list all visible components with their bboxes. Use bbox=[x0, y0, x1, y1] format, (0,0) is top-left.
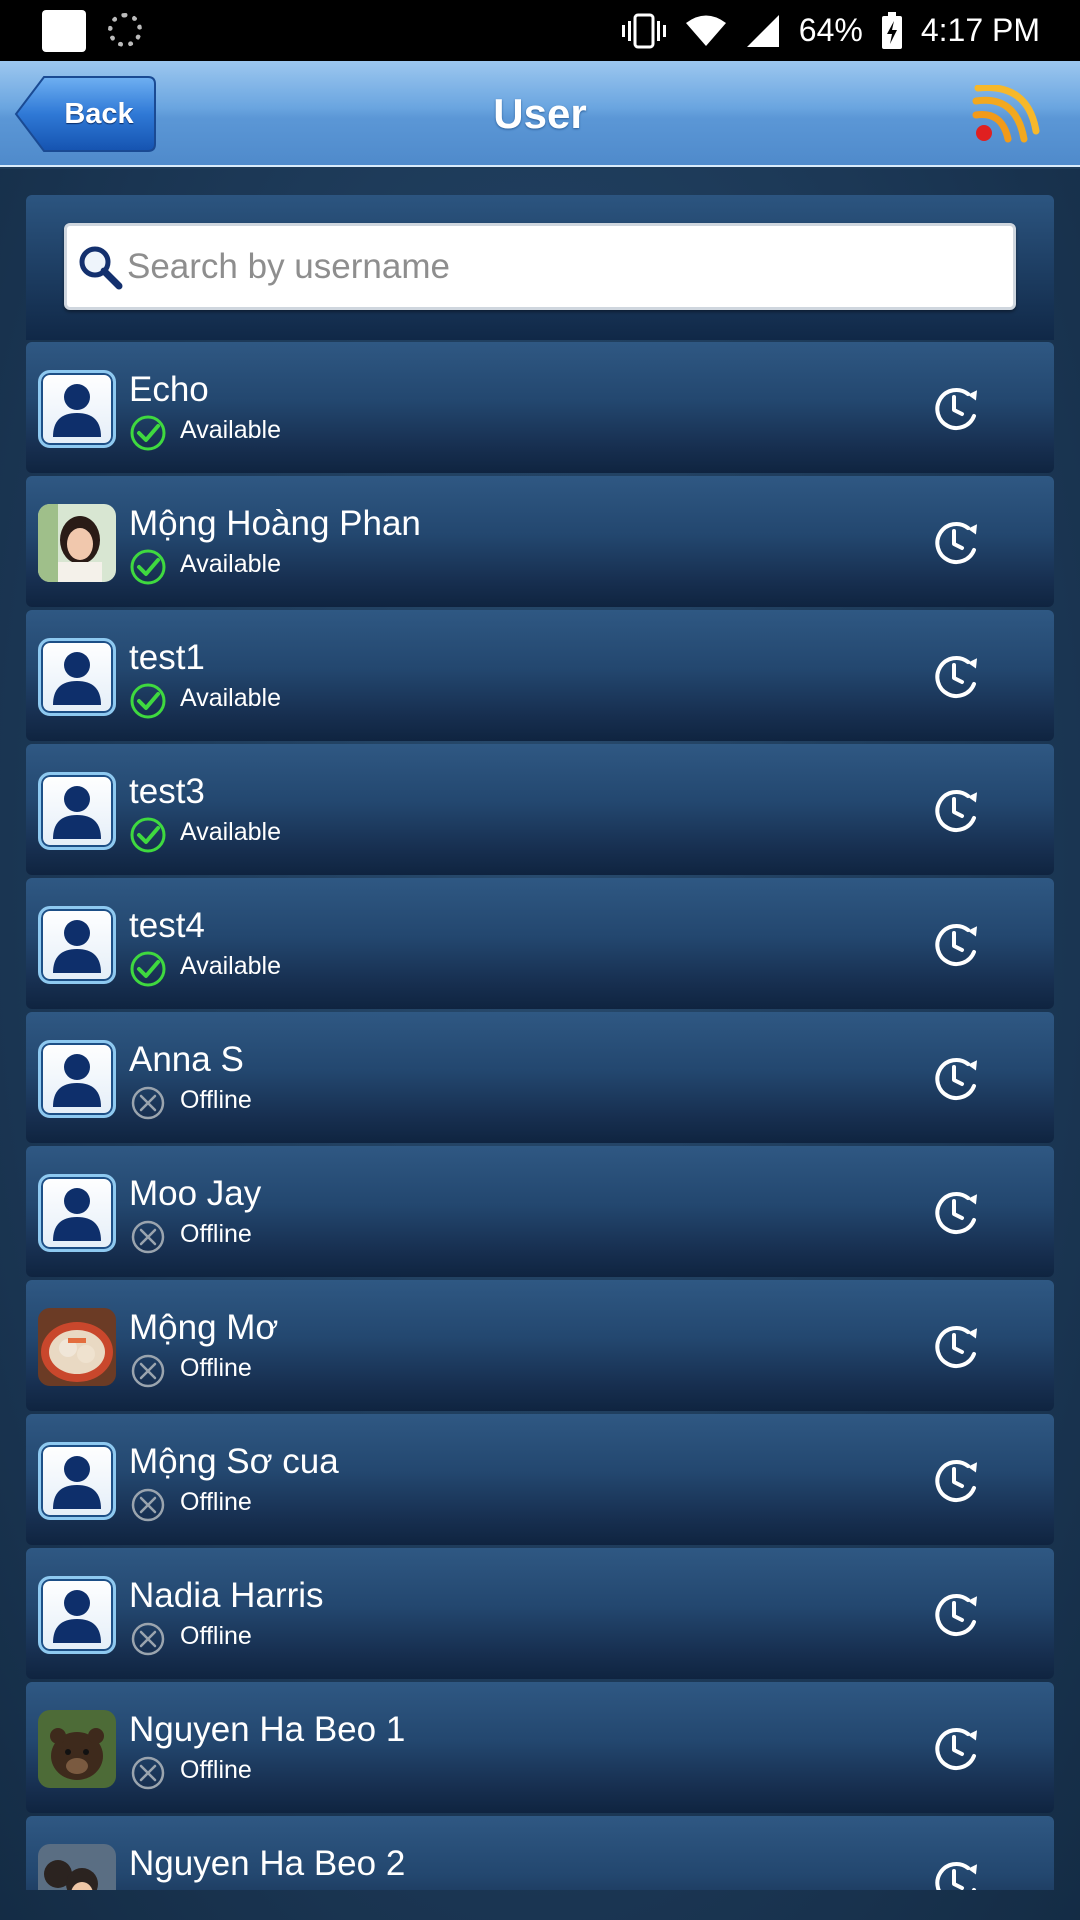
user-status: Offline bbox=[180, 1220, 252, 1248]
avatar bbox=[38, 1308, 116, 1386]
default-avatar-icon bbox=[38, 1442, 116, 1520]
offline-x-icon bbox=[129, 1888, 167, 1890]
user-name: Nguyen Ha Beo 1 bbox=[129, 1710, 406, 1749]
history-icon[interactable] bbox=[932, 654, 984, 700]
avatar bbox=[38, 1844, 116, 1890]
user-status: Offline bbox=[180, 1086, 252, 1114]
battery-percent: 64% bbox=[798, 12, 863, 48]
user-list-item[interactable]: test1 Available bbox=[26, 610, 1054, 741]
history-icon[interactable] bbox=[932, 520, 984, 566]
history-icon[interactable] bbox=[932, 1458, 984, 1504]
app-header: Back User bbox=[0, 61, 1080, 167]
offline-x-icon bbox=[129, 1218, 167, 1261]
user-status: Available bbox=[180, 818, 282, 846]
user-name: test1 bbox=[129, 638, 205, 677]
user-name: Mộng Mơ bbox=[129, 1308, 279, 1347]
search-box[interactable] bbox=[64, 223, 1016, 310]
page-title: User bbox=[493, 90, 587, 137]
rss-feed-icon[interactable] bbox=[970, 85, 1040, 145]
user-status: Offline bbox=[180, 1622, 252, 1650]
default-avatar-icon bbox=[38, 906, 116, 984]
user-status: Offline bbox=[180, 1756, 252, 1784]
signal-icon bbox=[745, 13, 781, 49]
user-list-item[interactable]: Echo Available bbox=[26, 342, 1054, 473]
default-avatar-icon bbox=[38, 772, 116, 850]
history-icon[interactable] bbox=[932, 1324, 984, 1370]
available-check-icon bbox=[129, 548, 167, 591]
avatar bbox=[38, 1710, 116, 1788]
history-icon[interactable] bbox=[932, 1056, 984, 1102]
vibrate-icon bbox=[621, 11, 667, 51]
search-icon bbox=[79, 246, 123, 290]
wifi-icon bbox=[685, 14, 727, 48]
notification-app-icon bbox=[42, 10, 86, 52]
user-status: Available bbox=[180, 952, 282, 980]
history-icon[interactable] bbox=[932, 788, 984, 834]
user-list-item[interactable]: test4 Available bbox=[26, 878, 1054, 1009]
user-list-item[interactable]: Mộng Sơ cua Offline bbox=[26, 1414, 1054, 1545]
available-check-icon bbox=[129, 414, 167, 457]
default-avatar-icon bbox=[38, 370, 116, 448]
back-button[interactable]: Back bbox=[14, 75, 157, 153]
user-status: Available bbox=[180, 550, 282, 578]
user-list-item[interactable]: test3 Available bbox=[26, 744, 1054, 875]
offline-x-icon bbox=[129, 1620, 167, 1663]
history-icon[interactable] bbox=[932, 1726, 984, 1772]
avatar bbox=[38, 504, 116, 582]
user-name: Nadia Harris bbox=[129, 1576, 324, 1615]
battery-charging-icon bbox=[881, 11, 903, 50]
user-list-item[interactable]: Anna S Offline bbox=[26, 1012, 1054, 1143]
history-icon[interactable] bbox=[932, 1592, 984, 1638]
history-icon[interactable] bbox=[932, 1860, 984, 1890]
user-status: Available bbox=[180, 416, 282, 444]
offline-x-icon bbox=[129, 1352, 167, 1395]
default-avatar-icon bbox=[38, 1174, 116, 1252]
user-status: Offline bbox=[180, 1488, 252, 1516]
available-check-icon bbox=[129, 682, 167, 725]
user-name: Mộng Hoàng Phan bbox=[129, 504, 421, 543]
available-check-icon bbox=[129, 816, 167, 859]
offline-x-icon bbox=[129, 1754, 167, 1797]
user-list-item[interactable]: Moo Jay Offline bbox=[26, 1146, 1054, 1277]
notification-sync-icon bbox=[108, 13, 142, 47]
offline-x-icon bbox=[129, 1084, 167, 1127]
user-list: Echo Available Mộng Hoàng Phan Available tes… bbox=[26, 342, 1054, 1890]
user-list-item[interactable]: Nguyen Ha Beo 2Offline bbox=[26, 1816, 1054, 1890]
history-icon[interactable] bbox=[932, 386, 984, 432]
back-button-label: Back bbox=[64, 98, 134, 130]
status-bar: 64% 4:17 PM bbox=[0, 0, 1080, 61]
user-name: Echo bbox=[129, 370, 209, 409]
history-icon[interactable] bbox=[932, 922, 984, 968]
history-icon[interactable] bbox=[932, 1190, 984, 1236]
user-name: test4 bbox=[129, 906, 205, 945]
user-name: test3 bbox=[129, 772, 205, 811]
user-status: Offline bbox=[180, 1354, 252, 1382]
default-avatar-icon bbox=[38, 1040, 116, 1118]
user-list-item[interactable]: Nguyen Ha Beo 1 Offline bbox=[26, 1682, 1054, 1813]
search-panel bbox=[26, 195, 1054, 340]
user-list-item[interactable]: Mộng Mơ Offline bbox=[26, 1280, 1054, 1411]
user-list-item[interactable]: Nadia Harris Offline bbox=[26, 1548, 1054, 1679]
user-list-item[interactable]: Mộng Hoàng Phan Available bbox=[26, 476, 1054, 607]
default-avatar-icon bbox=[38, 1576, 116, 1654]
user-name: Nguyen Ha Beo 2 bbox=[129, 1844, 406, 1883]
default-avatar-icon bbox=[38, 638, 116, 716]
search-input[interactable] bbox=[127, 226, 1007, 307]
user-name: Anna S bbox=[129, 1040, 244, 1079]
user-name: Mộng Sơ cua bbox=[129, 1442, 339, 1481]
user-name: Moo Jay bbox=[129, 1174, 262, 1213]
offline-x-icon bbox=[129, 1486, 167, 1529]
user-status: Available bbox=[180, 684, 282, 712]
available-check-icon bbox=[129, 950, 167, 993]
clock: 4:17 PM bbox=[920, 12, 1040, 48]
